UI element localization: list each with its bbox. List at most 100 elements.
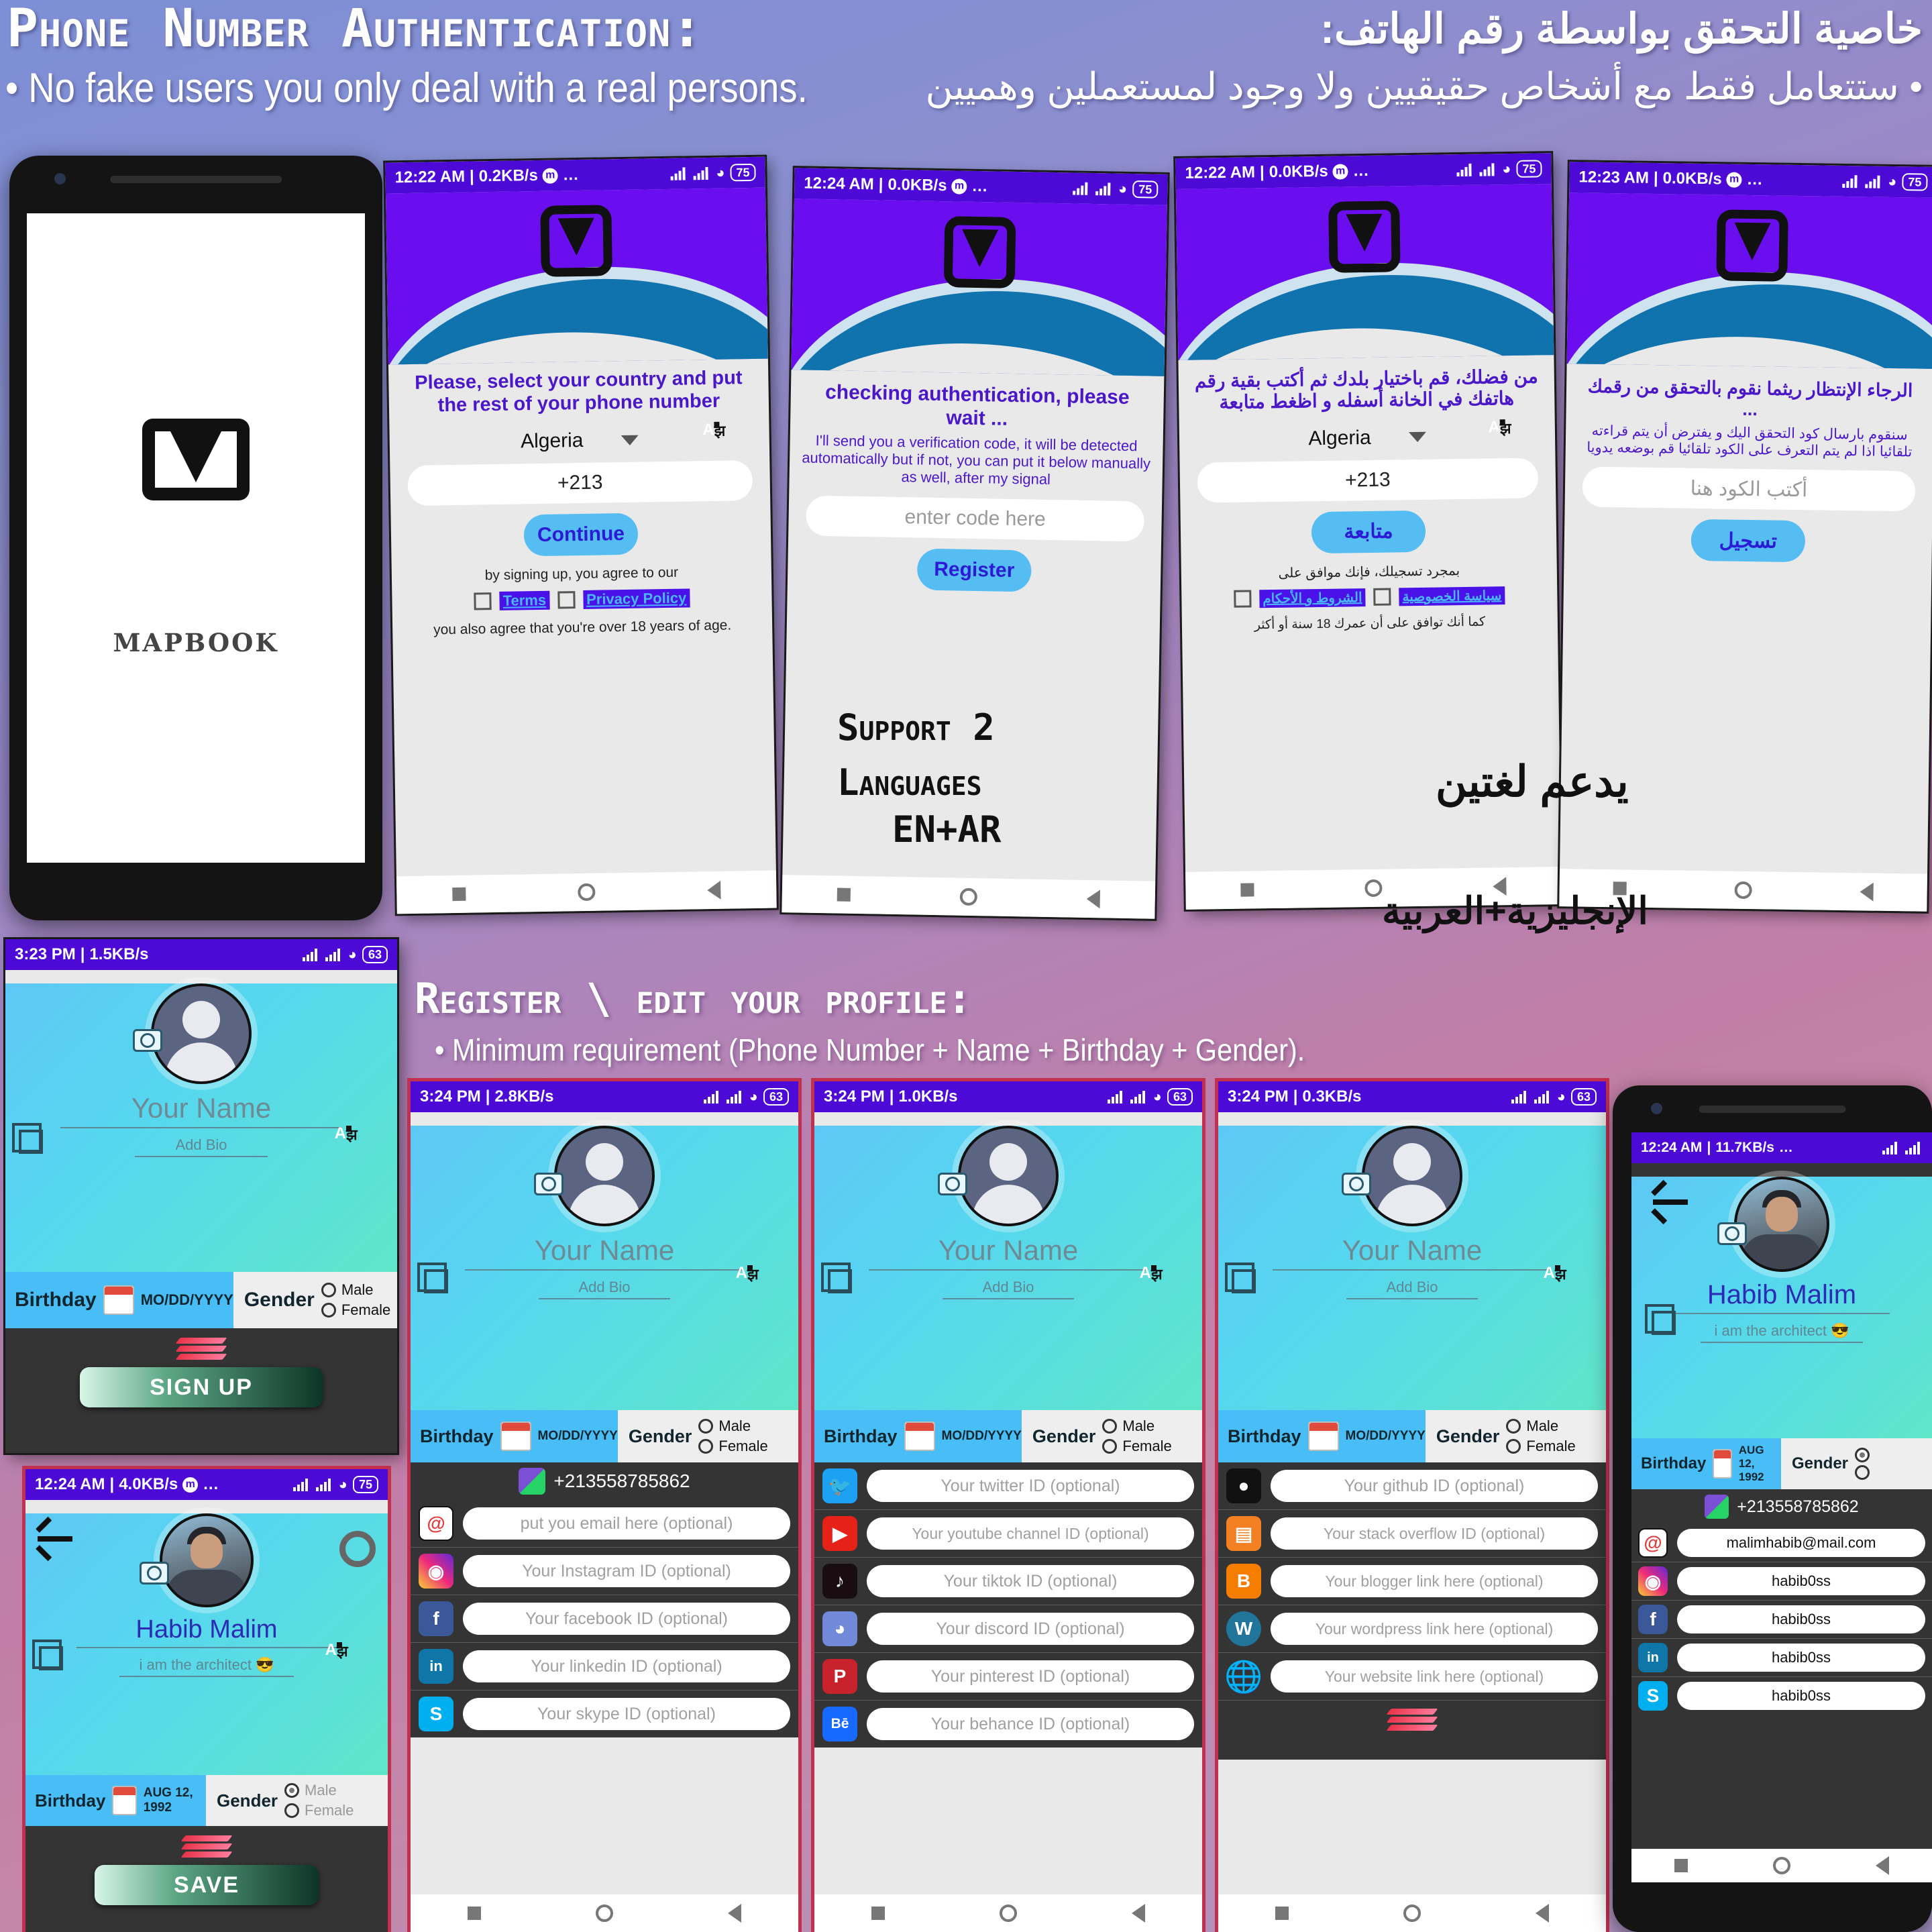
copy-icon[interactable] <box>32 1640 63 1670</box>
continue-button[interactable]: Continue <box>523 513 639 557</box>
gender-male-option[interactable] <box>1855 1448 1870 1462</box>
skype-input[interactable]: habib0ss <box>1677 1682 1925 1710</box>
email-input[interactable]: malimhabib@mail.com <box>1677 1529 1925 1557</box>
translate-icon[interactable]: झA <box>325 1641 376 1673</box>
back-button[interactable] <box>1860 882 1874 902</box>
website-input[interactable]: Your website link here (optional) <box>1271 1660 1598 1693</box>
back-button[interactable] <box>1086 889 1101 909</box>
country-selector[interactable]: Algeria झA <box>390 421 769 455</box>
list-item[interactable]: P Your pinterest ID (optional) <box>814 1653 1202 1701</box>
home-button[interactable] <box>1772 1857 1790 1874</box>
list-item[interactable]: ◉ habib0ss <box>1631 1562 1932 1601</box>
copy-icon[interactable] <box>1225 1263 1256 1293</box>
home-button[interactable] <box>578 883 596 902</box>
avatar[interactable] <box>1734 1177 1829 1272</box>
terms-link[interactable]: Terms <box>499 591 550 611</box>
name-input[interactable]: Your Name <box>464 1234 745 1271</box>
back-button[interactable] <box>1876 1856 1890 1875</box>
terms-link[interactable]: الشروط و الأحكام <box>1259 588 1366 608</box>
gender-selector[interactable]: Gender Male Female <box>206 1775 388 1826</box>
privacy-policy-link[interactable]: Privacy Policy <box>582 588 690 610</box>
back-button[interactable] <box>1131 1904 1145 1923</box>
terms-checkbox[interactable] <box>474 592 492 610</box>
home-button[interactable] <box>1364 879 1383 898</box>
list-item[interactable]: ♪ Your tiktok ID (optional) <box>814 1558 1202 1605</box>
camera-icon[interactable] <box>140 1562 169 1585</box>
stackoverflow-input[interactable]: Your stack overflow ID (optional) <box>1271 1517 1598 1550</box>
facebook-input[interactable]: habib0ss <box>1677 1605 1925 1633</box>
bio-input[interactable]: i am the architect 😎 <box>119 1656 294 1677</box>
camera-icon[interactable] <box>1342 1173 1371 1195</box>
name-input[interactable]: Habib Malim <box>76 1615 337 1648</box>
email-input[interactable]: put you email here (optional) <box>463 1507 790 1540</box>
privacy-policy-link[interactable]: سياسة الخصوصية <box>1399 586 1505 606</box>
list-item[interactable]: in habib0ss <box>1631 1639 1932 1677</box>
recents-button[interactable] <box>1275 1907 1289 1920</box>
list-item[interactable]: 🐦 Your twitter ID (optional) <box>814 1462 1202 1510</box>
register-button[interactable]: Register <box>916 548 1032 592</box>
copy-icon[interactable] <box>1645 1304 1676 1335</box>
camera-icon[interactable] <box>1717 1222 1747 1245</box>
name-input[interactable]: Your Name <box>868 1234 1148 1271</box>
bio-input[interactable]: i am the architect 😎 <box>1701 1322 1863 1343</box>
gender-male-option[interactable]: Male <box>321 1281 390 1299</box>
twitter-input[interactable]: Your twitter ID (optional) <box>867 1470 1194 1502</box>
gender-male-option[interactable]: Male <box>1506 1417 1575 1435</box>
privacy-checkbox[interactable] <box>1373 588 1391 606</box>
list-item[interactable]: in Your linkedin ID (optional) <box>411 1643 798 1690</box>
list-item[interactable]: Bē Your behance ID (optional) <box>814 1701 1202 1748</box>
back-button[interactable] <box>706 880 721 900</box>
gender-female-option[interactable]: Female <box>321 1301 390 1319</box>
gender-selector[interactable]: Gender Male Female <box>617 1410 798 1462</box>
copy-icon[interactable] <box>417 1263 448 1293</box>
code-input-ar[interactable]: أكتب الكود هنا <box>1582 466 1916 512</box>
instagram-input[interactable]: habib0ss <box>1677 1567 1925 1595</box>
pinterest-input[interactable]: Your pinterest ID (optional) <box>867 1660 1194 1693</box>
terms-checkbox[interactable] <box>1234 590 1252 608</box>
list-item[interactable]: W Your wordpress link here (optional) <box>1218 1605 1606 1653</box>
list-item[interactable]: ▶ Your youtube channel ID (optional) <box>814 1510 1202 1558</box>
gender-selector[interactable]: Gender Male Female <box>1425 1410 1606 1462</box>
privacy-checkbox[interactable] <box>557 591 576 609</box>
home-button[interactable] <box>1403 1904 1421 1922</box>
birthday-picker[interactable]: Birthday MO/DD/YYYY <box>411 1410 618 1462</box>
recents-button[interactable] <box>452 887 466 902</box>
name-input[interactable]: Your Name <box>60 1092 343 1128</box>
list-item[interactable]: S Your skype ID (optional) <box>411 1690 798 1737</box>
behance-input[interactable]: Your behance ID (optional) <box>867 1708 1194 1740</box>
camera-icon[interactable] <box>534 1173 564 1195</box>
copy-icon[interactable] <box>821 1263 852 1293</box>
list-item[interactable]: ▤ Your stack overflow ID (optional) <box>1218 1510 1606 1558</box>
name-input[interactable]: Habib Malim <box>1673 1280 1890 1314</box>
phone-number-input[interactable]: +213 <box>407 460 753 506</box>
camera-icon[interactable] <box>938 1173 967 1195</box>
avatar[interactable] <box>554 1126 655 1226</box>
list-item[interactable]: ● Your github ID (optional) <box>1218 1462 1606 1510</box>
bio-input[interactable]: Add Bio <box>134 1136 268 1157</box>
gender-male-option[interactable]: Male <box>698 1417 767 1435</box>
list-item[interactable]: @ malimhabib@mail.com <box>1631 1524 1932 1562</box>
translate-icon[interactable]: झA <box>335 1124 385 1157</box>
gender-female-option[interactable] <box>1855 1465 1870 1480</box>
copy-icon[interactable] <box>12 1123 43 1154</box>
back-arrow-icon[interactable] <box>38 1536 72 1542</box>
list-item[interactable]: 🌐 Your website link here (optional) <box>1218 1653 1606 1701</box>
name-input[interactable]: Your Name <box>1272 1234 1552 1271</box>
linkedin-input[interactable]: habib0ss <box>1677 1644 1925 1672</box>
tiktok-input[interactable]: Your tiktok ID (optional) <box>867 1565 1194 1597</box>
linkedin-input[interactable]: Your linkedin ID (optional) <box>463 1650 790 1682</box>
recents-button[interactable] <box>468 1907 482 1920</box>
home-button[interactable] <box>1734 881 1752 900</box>
register-button-ar[interactable]: تسجيل <box>1690 519 1806 563</box>
birthday-picker[interactable]: Birthday AUG 12, 1992 <box>1631 1438 1781 1489</box>
camera-icon[interactable] <box>133 1029 162 1052</box>
back-button[interactable] <box>1535 1904 1549 1923</box>
code-input[interactable]: enter code here <box>806 495 1145 542</box>
bio-input[interactable]: Add Bio <box>942 1279 1075 1299</box>
facebook-input[interactable]: Your facebook ID (optional) <box>463 1603 790 1635</box>
avatar[interactable] <box>151 983 252 1084</box>
list-item[interactable]: B Your blogger link here (optional) <box>1218 1558 1606 1605</box>
avatar[interactable] <box>958 1126 1059 1226</box>
back-arrow-icon[interactable] <box>1653 1199 1688 1205</box>
translate-icon[interactable]: झA <box>1488 417 1542 453</box>
